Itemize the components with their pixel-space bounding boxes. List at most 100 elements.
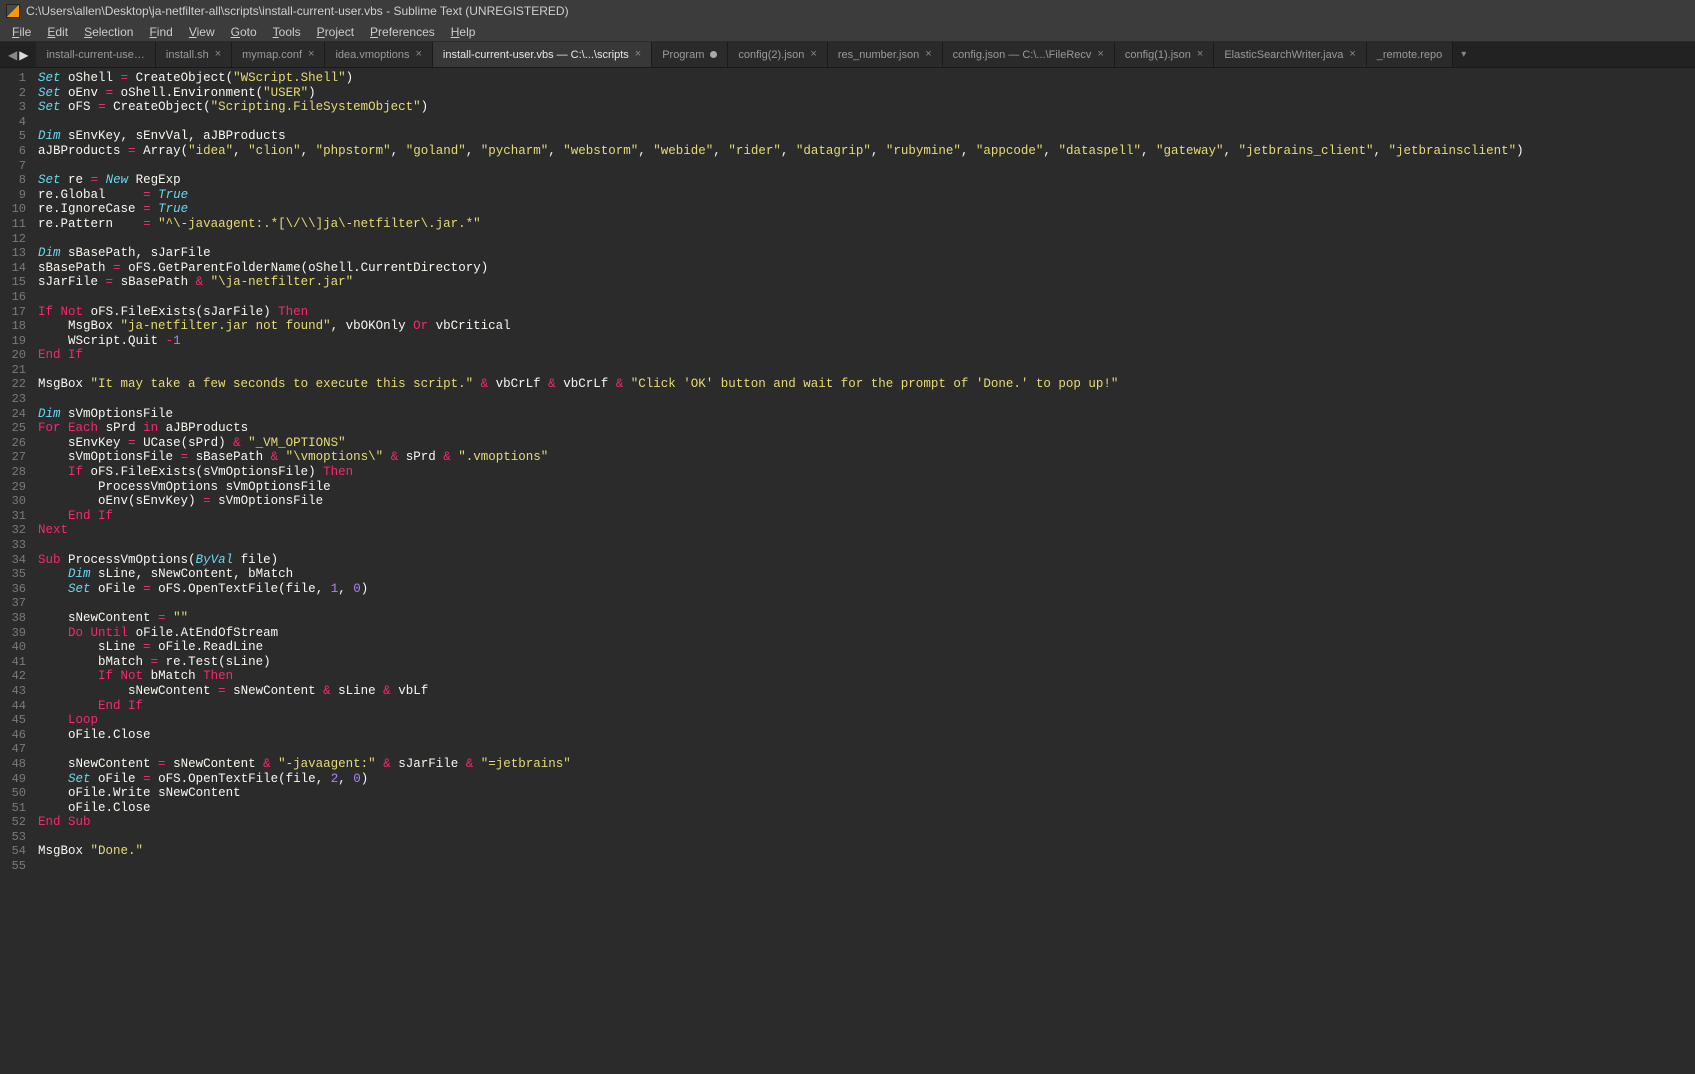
code-line[interactable]: Set oFile = oFS.OpenTextFile(file, 1, 0): [38, 582, 1695, 597]
menu-item[interactable]: Help: [443, 23, 484, 41]
code-line[interactable]: sBasePath = oFS.GetParentFolderName(oShe…: [38, 261, 1695, 276]
code-line[interactable]: re.IgnoreCase = True: [38, 202, 1695, 217]
close-icon[interactable]: ×: [215, 49, 221, 60]
code-line[interactable]: oFile.Close: [38, 801, 1695, 816]
tab[interactable]: Program: [652, 42, 728, 67]
code-line[interactable]: Loop: [38, 713, 1695, 728]
menu-item[interactable]: Selection: [76, 23, 141, 41]
tab[interactable]: res_number.json×: [828, 42, 943, 67]
tab[interactable]: idea.vmoptions×: [325, 42, 432, 67]
nav-back-icon[interactable]: ◀: [8, 48, 17, 62]
code-line[interactable]: End If: [38, 348, 1695, 363]
code-line[interactable]: [38, 392, 1695, 407]
close-icon[interactable]: ×: [810, 49, 816, 60]
code-content[interactable]: Set oShell = CreateObject("WScript.Shell…: [34, 68, 1695, 1074]
close-icon[interactable]: ×: [635, 49, 641, 60]
code-line[interactable]: [38, 363, 1695, 378]
tab[interactable]: _remote.repo: [1367, 42, 1453, 67]
code-line[interactable]: [38, 159, 1695, 174]
editor[interactable]: 1234567891011121314151617181920212223242…: [0, 68, 1695, 1074]
code-line[interactable]: bMatch = re.Test(sLine): [38, 655, 1695, 670]
code-line[interactable]: If oFS.FileExists(sVmOptionsFile) Then: [38, 465, 1695, 480]
code-line[interactable]: Set oFS = CreateObject("Scripting.FileSy…: [38, 100, 1695, 115]
code-line[interactable]: Set oFile = oFS.OpenTextFile(file, 2, 0): [38, 772, 1695, 787]
tab[interactable]: config.json — C:\...\FileRecv×: [943, 42, 1115, 67]
line-number: 26: [0, 436, 26, 451]
tab[interactable]: config(1).json×: [1115, 42, 1214, 67]
tab[interactable]: install.sh×: [156, 42, 232, 67]
code-line[interactable]: MsgBox "Done.": [38, 844, 1695, 859]
tab-overflow-icon[interactable]: ▾: [1453, 42, 1474, 67]
close-icon[interactable]: ×: [1349, 49, 1355, 60]
code-line[interactable]: [38, 232, 1695, 247]
code-line[interactable]: [38, 538, 1695, 553]
code-line[interactable]: Set oShell = CreateObject("WScript.Shell…: [38, 71, 1695, 86]
code-line[interactable]: Sub ProcessVmOptions(ByVal file): [38, 553, 1695, 568]
code-line[interactable]: If Not bMatch Then: [38, 669, 1695, 684]
menu-item[interactable]: Edit: [39, 23, 76, 41]
line-number: 38: [0, 611, 26, 626]
menu-item[interactable]: Preferences: [362, 23, 443, 41]
code-line[interactable]: sNewContent = sNewContent & sLine & vbLf: [38, 684, 1695, 699]
menu-item[interactable]: Goto: [223, 23, 265, 41]
tab[interactable]: ElasticSearchWriter.java×: [1214, 42, 1366, 67]
code-line[interactable]: End Sub: [38, 815, 1695, 830]
close-icon[interactable]: ×: [1097, 49, 1103, 60]
titlebar[interactable]: C:\Users\allen\Desktop\ja-netfilter-all\…: [0, 0, 1695, 22]
tab[interactable]: config(2).json×: [728, 42, 827, 67]
tab-nav: ◀ ▶: [0, 42, 36, 67]
code-line[interactable]: sLine = oFile.ReadLine: [38, 640, 1695, 655]
close-icon[interactable]: ×: [415, 49, 421, 60]
code-line[interactable]: Dim sBasePath, sJarFile: [38, 246, 1695, 261]
code-line[interactable]: [38, 596, 1695, 611]
code-line[interactable]: oFile.Write sNewContent: [38, 786, 1695, 801]
code-line[interactable]: MsgBox "It may take a few seconds to exe…: [38, 377, 1695, 392]
code-line[interactable]: MsgBox "ja-netfilter.jar not found", vbO…: [38, 319, 1695, 334]
tab[interactable]: mymap.conf×: [232, 42, 325, 67]
line-number: 27: [0, 450, 26, 465]
menu-item[interactable]: View: [181, 23, 223, 41]
code-line[interactable]: [38, 115, 1695, 130]
code-line[interactable]: Do Until oFile.AtEndOfStream: [38, 626, 1695, 641]
code-line[interactable]: End If: [38, 699, 1695, 714]
tab-active[interactable]: install-current-user.vbs — C:\...\script…: [433, 42, 652, 67]
code-line[interactable]: Dim sLine, sNewContent, bMatch: [38, 567, 1695, 582]
menu-item[interactable]: Tools: [265, 23, 309, 41]
code-line[interactable]: Set oEnv = oShell.Environment("USER"): [38, 86, 1695, 101]
nav-forward-icon[interactable]: ▶: [19, 48, 28, 62]
code-line[interactable]: sNewContent = sNewContent & "-javaagent:…: [38, 757, 1695, 772]
code-line[interactable]: [38, 859, 1695, 874]
close-icon[interactable]: ×: [308, 49, 314, 60]
code-line[interactable]: Set re = New RegExp: [38, 173, 1695, 188]
line-number: 41: [0, 655, 26, 670]
code-line[interactable]: re.Global = True: [38, 188, 1695, 203]
code-line[interactable]: sVmOptionsFile = sBasePath & "\vmoptions…: [38, 450, 1695, 465]
close-icon[interactable]: ×: [925, 49, 931, 60]
code-line[interactable]: ProcessVmOptions sVmOptionsFile: [38, 480, 1695, 495]
code-line[interactable]: [38, 742, 1695, 757]
code-line[interactable]: End If: [38, 509, 1695, 524]
menu-item[interactable]: Project: [309, 23, 362, 41]
code-line[interactable]: WScript.Quit -1: [38, 334, 1695, 349]
code-line[interactable]: sJarFile = sBasePath & "\ja-netfilter.ja…: [38, 275, 1695, 290]
code-line[interactable]: For Each sPrd in aJBProducts: [38, 421, 1695, 436]
code-line[interactable]: Next: [38, 523, 1695, 538]
line-number: 40: [0, 640, 26, 655]
close-icon[interactable]: ×: [1197, 49, 1203, 60]
code-line[interactable]: [38, 830, 1695, 845]
code-line[interactable]: aJBProducts = Array("idea", "clion", "ph…: [38, 144, 1695, 159]
line-number: 6: [0, 144, 26, 159]
tab[interactable]: install-current-use…: [36, 42, 155, 67]
code-line[interactable]: oEnv(sEnvKey) = sVmOptionsFile: [38, 494, 1695, 509]
code-line[interactable]: Dim sVmOptionsFile: [38, 407, 1695, 422]
code-line[interactable]: [38, 290, 1695, 305]
code-line[interactable]: If Not oFS.FileExists(sJarFile) Then: [38, 305, 1695, 320]
code-line[interactable]: re.Pattern = "^\-javaagent:.*[\/\\]ja\-n…: [38, 217, 1695, 232]
code-line[interactable]: oFile.Close: [38, 728, 1695, 743]
menu-item[interactable]: Find: [141, 23, 180, 41]
code-line[interactable]: sNewContent = "": [38, 611, 1695, 626]
line-number: 20: [0, 348, 26, 363]
code-line[interactable]: sEnvKey = UCase(sPrd) & "_VM_OPTIONS": [38, 436, 1695, 451]
menu-item[interactable]: File: [4, 23, 39, 41]
code-line[interactable]: Dim sEnvKey, sEnvVal, aJBProducts: [38, 129, 1695, 144]
